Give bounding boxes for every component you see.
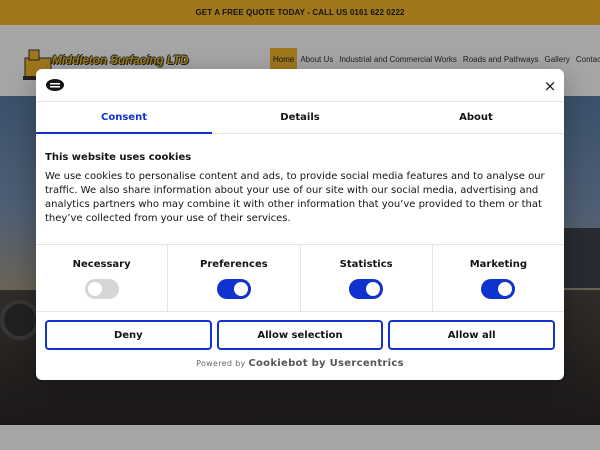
statistics-toggle[interactable] xyxy=(349,279,384,299)
allow-all-button[interactable]: Allow all xyxy=(388,320,556,350)
tab-consent[interactable]: Consent xyxy=(36,102,212,134)
toggle-cell-necessary: Necessary xyxy=(36,245,169,311)
dialog-tabs: Consent Details About xyxy=(36,101,564,134)
toggle-label-statistics: Statistics xyxy=(339,259,393,270)
consent-buttons: Deny Allow selection Allow all xyxy=(45,320,556,350)
toggle-knob xyxy=(87,282,102,296)
toggle-knob xyxy=(233,282,248,296)
cookie-consent-dialog: × Consent Details About This website use… xyxy=(36,69,564,380)
toggle-cell-statistics: Statistics xyxy=(301,245,433,311)
deny-button[interactable]: Deny xyxy=(45,320,212,350)
consent-body: We use cookies to personalise content an… xyxy=(45,171,545,224)
consent-title: This website uses cookies xyxy=(45,152,192,163)
powered-by-brand-link[interactable]: Cookiebot by Usercentrics xyxy=(248,358,404,369)
tab-details[interactable]: Details xyxy=(212,102,388,133)
powered-by: Powered by Cookiebot by Usercentrics xyxy=(36,358,564,369)
toggle-label-necessary: Necessary xyxy=(72,259,131,270)
toggle-label-marketing: Marketing xyxy=(469,259,528,270)
toggle-knob xyxy=(498,282,513,296)
necessary-toggle xyxy=(84,279,119,299)
close-icon[interactable]: × xyxy=(543,78,557,93)
marketing-toggle[interactable] xyxy=(481,279,516,299)
toggle-cell-marketing: Marketing xyxy=(433,245,564,311)
preferences-toggle[interactable] xyxy=(216,279,251,299)
toggle-label-preferences: Preferences xyxy=(200,259,268,270)
cookie-category-toggles: Necessary Preferences Statistics Marketi… xyxy=(36,244,564,312)
powered-by-prefix: Powered by xyxy=(196,359,246,368)
cookiebot-logo-icon xyxy=(46,79,64,91)
allow-selection-button[interactable]: Allow selection xyxy=(216,320,384,350)
tab-about[interactable]: About xyxy=(388,102,564,133)
toggle-cell-preferences: Preferences xyxy=(168,245,301,311)
toggle-knob xyxy=(366,282,381,296)
